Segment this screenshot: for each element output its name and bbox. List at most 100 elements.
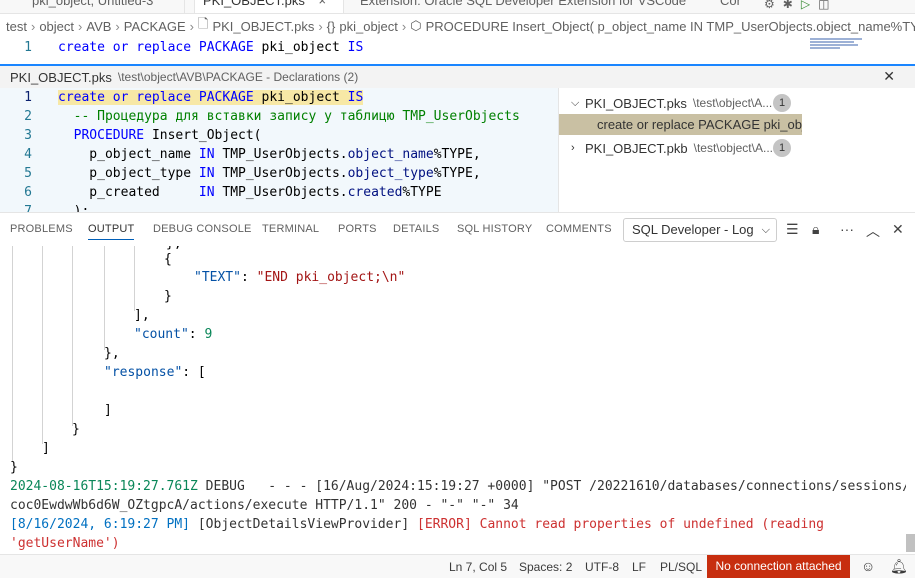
line-number: 5 bbox=[24, 166, 32, 181]
status-connection[interactable]: No connection attached bbox=[707, 555, 850, 578]
peek-header: PKI_OBJECT.pks \test\object\AVB\PACKAGE … bbox=[0, 66, 915, 88]
tab-comments[interactable]: COMMENTS bbox=[546, 223, 612, 235]
split-editor-icon[interactable]: ◫ bbox=[818, 0, 829, 11]
output-scrollbar[interactable] bbox=[906, 246, 915, 554]
line-number: 3 bbox=[24, 128, 32, 143]
breadcrumb-item-package[interactable]: PACKAGE bbox=[124, 19, 186, 34]
json-line: }, bbox=[104, 346, 120, 361]
code-text: create or replace PACKAGE pki_object IS bbox=[58, 90, 364, 105]
clear-output-icon[interactable]: ☰ bbox=[786, 221, 799, 238]
tab-label: pki_object, Untitled-3 bbox=[32, 0, 154, 8]
status-encoding[interactable]: UTF-8 bbox=[585, 560, 619, 574]
reference-file-path: \test\object\A... bbox=[693, 141, 773, 155]
editor-line[interactable]: 1 create or replace PACKAGE pki_object I… bbox=[0, 38, 915, 58]
reference-match[interactable]: create or replace PACKAGE pki_object IS bbox=[559, 114, 802, 135]
minimap[interactable] bbox=[810, 38, 870, 62]
breadcrumb-item-avb[interactable]: AVB bbox=[86, 19, 111, 34]
log-line-error: [8/16/2024, 6:19:27 PM] [ObjectDetailsVi… bbox=[10, 517, 824, 532]
status-language[interactable]: PL/SQL bbox=[660, 560, 702, 574]
reference-file-name: PKI_OBJECT.pkb bbox=[585, 140, 688, 156]
gear-icon[interactable]: ⚙ bbox=[764, 0, 775, 11]
reference-file-name: PKI_OBJECT.pks bbox=[585, 95, 687, 111]
tab-terminal[interactable]: TERMINAL bbox=[262, 223, 319, 235]
scrollbar-thumb[interactable] bbox=[906, 534, 915, 552]
maximize-panel-icon[interactable]: ︿ bbox=[866, 221, 880, 241]
log-line-debug: 2024-08-16T15:19:27.761Z DEBUG - - - [16… bbox=[10, 479, 906, 494]
tab-debug-console[interactable]: DEBUG CONSOLE bbox=[153, 223, 252, 235]
tab-extension[interactable]: Extension: Oracle SQL Developer Extensio… bbox=[352, 0, 686, 13]
lock-icon[interactable]: 🔒︎ bbox=[812, 221, 819, 238]
more-actions-icon[interactable]: ··· bbox=[840, 221, 854, 237]
chevron-down-icon[interactable]: ⌵ bbox=[571, 97, 585, 110]
panel-tab-bar: PROBLEMS OUTPUT DEBUG CONSOLE TERMINAL P… bbox=[0, 212, 915, 246]
json-line: ] bbox=[104, 403, 112, 418]
peek-editor[interactable]: 1 create or replace PACKAGE pki_object I… bbox=[0, 88, 558, 212]
code-line: 4 p_object_name IN TMP_UserObjects.objec… bbox=[0, 145, 558, 164]
reference-file-pks[interactable]: ⌵ PKI_OBJECT.pks \test\object\A... 1 bbox=[559, 92, 915, 114]
tab-ports[interactable]: PORTS bbox=[338, 223, 377, 235]
breadcrumb-item-package-symbol[interactable]: pki_object bbox=[339, 19, 398, 34]
json-line: ], bbox=[134, 308, 150, 323]
tab-pki-object-pks[interactable]: PKI_OBJECT.pks × bbox=[194, 0, 344, 13]
breadcrumb-item-file[interactable]: PKI_OBJECT.pks bbox=[212, 19, 314, 34]
debug-icon[interactable]: ✱ bbox=[783, 0, 793, 11]
braces-icon: {} bbox=[326, 18, 336, 34]
code-line: create or replace PACKAGE pki_object IS bbox=[58, 40, 364, 55]
line-number: 1 bbox=[24, 40, 32, 55]
code-line: 6 p_created IN TMP_UserObjects.created%T… bbox=[0, 183, 558, 202]
line-number: 2 bbox=[24, 109, 32, 124]
status-eol[interactable]: LF bbox=[632, 560, 646, 574]
chevron-right-icon: › bbox=[318, 18, 323, 34]
output-view[interactable]: }, { "TEXT": "END pki_object;\n" } ], "c… bbox=[0, 246, 906, 554]
indent-guide bbox=[42, 246, 43, 444]
peek-path: \test\object\AVB\PACKAGE - Declarations … bbox=[117, 70, 359, 84]
json-line: } bbox=[72, 422, 80, 437]
peek-references: ⌵ PKI_OBJECT.pks \test\object\A... 1 cre… bbox=[558, 88, 915, 212]
log-line-debug-cont: coc0EwdwWb6d6W_OZtgpcA/actions/execute H… bbox=[10, 498, 519, 513]
indent-guide bbox=[134, 246, 135, 311]
code-text: PROCEDURE Insert_Object( bbox=[73, 128, 262, 143]
run-icon[interactable]: ▷ bbox=[801, 0, 810, 11]
tab-divider bbox=[184, 0, 185, 13]
status-bar: Ln 7, Col 5 Spaces: 2 UTF-8 LF PL/SQL No… bbox=[0, 554, 915, 578]
indent-guide bbox=[72, 246, 73, 426]
breadcrumb-item-procedure[interactable]: PROCEDURE Insert_Object( p_object_name I… bbox=[426, 19, 915, 34]
peek-view: PKI_OBJECT.pks \test\object\AVB\PACKAGE … bbox=[0, 64, 915, 212]
chevron-right-icon: › bbox=[401, 18, 407, 34]
indent-guide bbox=[12, 246, 13, 462]
breadcrumb-item-test[interactable]: test bbox=[6, 19, 27, 34]
json-line: "count": 9 bbox=[134, 327, 213, 342]
tab-details[interactable]: DETAILS bbox=[393, 223, 439, 235]
close-panel-icon[interactable]: ✕ bbox=[892, 221, 904, 238]
code-text: p_object_name IN TMP_UserObjects.object_… bbox=[58, 147, 481, 162]
tab-output[interactable]: OUTPUT bbox=[88, 223, 135, 240]
code-line: 2 -- Процедура для вставки запису у табл… bbox=[0, 107, 558, 126]
notifications-bell-icon[interactable]: 🔔︎ bbox=[890, 558, 908, 575]
code-line: 5 p_object_type IN TMP_UserObjects.objec… bbox=[0, 164, 558, 183]
status-cursor-position[interactable]: Ln 7, Col 5 bbox=[449, 560, 507, 574]
peek-title: PKI_OBJECT.pks bbox=[10, 69, 112, 85]
tab-sql-history[interactable]: SQL HISTORY bbox=[457, 223, 532, 235]
minimap-line bbox=[810, 44, 858, 46]
close-icon[interactable]: ✕ bbox=[883, 68, 895, 85]
minimap-line bbox=[810, 38, 862, 40]
tab-label: Cor bbox=[720, 0, 741, 8]
tab-untitled[interactable]: pki_object, Untitled-3 bbox=[24, 0, 153, 13]
chevron-right-icon[interactable]: › bbox=[571, 142, 585, 154]
tab-problems[interactable]: PROBLEMS bbox=[10, 223, 73, 235]
tab-cor[interactable]: Cor bbox=[712, 0, 741, 13]
reference-file-pkb[interactable]: › PKI_OBJECT.pkb \test\object\A... 1 bbox=[559, 137, 915, 159]
status-indentation[interactable]: Spaces: 2 bbox=[519, 560, 572, 574]
code-text: p_created IN TMP_UserObjects.created%TYP… bbox=[58, 185, 442, 200]
close-icon[interactable]: × bbox=[319, 0, 327, 8]
breadcrumb-item-object[interactable]: object bbox=[39, 19, 74, 34]
reference-match-text: create or replace PACKAGE pki_object IS bbox=[597, 117, 802, 132]
minimap-line bbox=[810, 47, 840, 49]
code-line: 3 PROCEDURE Insert_Object( bbox=[0, 126, 558, 145]
editor-tab-strip: pki_object, Untitled-3 PKI_OBJECT.pks × … bbox=[0, 0, 915, 14]
line-number: 7 bbox=[24, 204, 32, 212]
output-channel-select[interactable]: SQL Developer - Log ⌵ bbox=[623, 218, 777, 242]
copilot-icon[interactable]: ☺ bbox=[861, 558, 875, 574]
line-number: 6 bbox=[24, 185, 32, 200]
chevron-down-icon: ⌵ bbox=[761, 224, 770, 236]
